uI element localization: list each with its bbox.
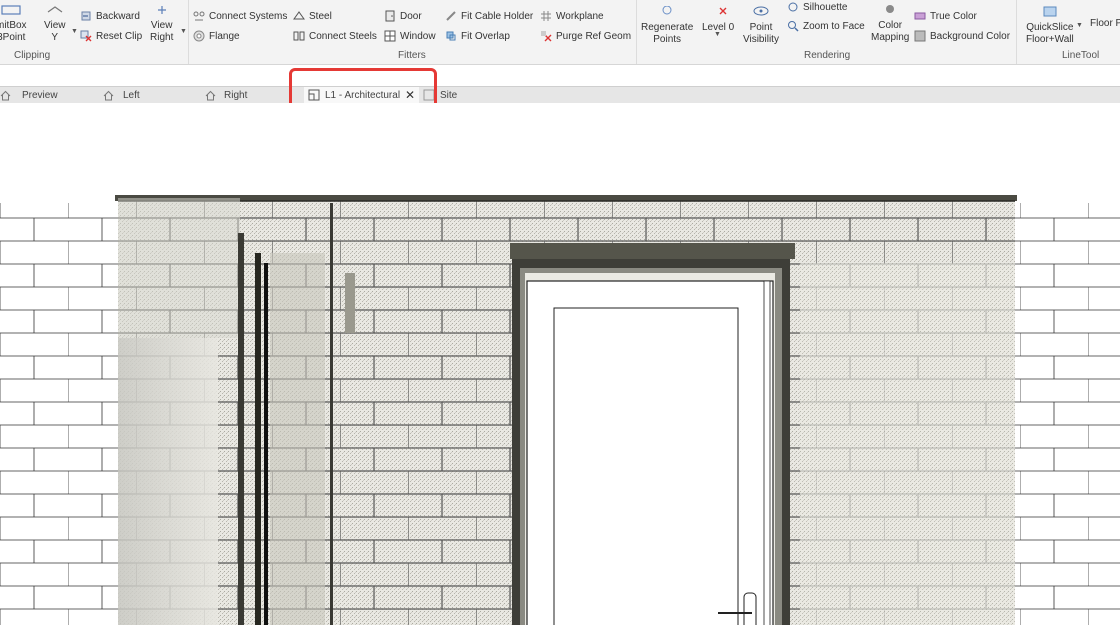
reset-clip-icon xyxy=(80,30,92,42)
window-label: Window xyxy=(400,30,436,42)
view-y-button[interactable]: View Y xyxy=(44,4,66,44)
view-right-button[interactable]: View Right xyxy=(150,4,173,44)
house-icon xyxy=(103,90,114,100)
view-right-dropdown-icon[interactable]: ▼ xyxy=(180,28,187,35)
tab-site-label: Site xyxy=(440,89,458,101)
group-label-rendering: Rendering xyxy=(804,50,851,61)
view-right-label-1: View xyxy=(150,20,173,31)
3point-label: 3Point xyxy=(0,32,26,43)
point-visibility-label-1: Point xyxy=(749,22,773,33)
fit-overlap-button[interactable]: Fit Overlap xyxy=(445,29,510,43)
door-button[interactable]: Door xyxy=(384,9,422,23)
tab-right-label: Right xyxy=(224,89,248,101)
zoom-to-face-label: Zoom to Face xyxy=(803,20,865,32)
purge-icon xyxy=(541,31,552,42)
flange-icon xyxy=(193,30,205,42)
tab-right[interactable]: Right xyxy=(205,87,247,103)
true-color-button[interactable]: True Color xyxy=(914,9,977,23)
true-color-label: True Color xyxy=(930,10,977,22)
tab-preview[interactable]: Preview xyxy=(0,87,58,103)
quickslice-label-1: QuickSlice xyxy=(1026,22,1074,33)
reset-clip-label: Reset Clip xyxy=(96,30,143,42)
regenerate-label-2: Points xyxy=(653,34,682,45)
connect-systems-button[interactable]: Connect Systems xyxy=(193,9,287,23)
zoom-to-face-icon xyxy=(788,21,799,32)
view-y-dropdown-icon[interactable]: ▼ xyxy=(71,28,78,35)
window-icon xyxy=(384,30,396,42)
purge-ref-geom-button[interactable]: Purge Ref Geom xyxy=(540,29,631,43)
connect-systems-label: Connect Systems xyxy=(209,10,288,22)
group-label-linetool: LineTool xyxy=(1062,50,1100,61)
limitbox-3point-button[interactable]: mitBox 3Point xyxy=(0,4,27,44)
view-y-label-1: View xyxy=(44,20,66,31)
workplane-icon xyxy=(541,11,551,21)
fit-overlap-icon xyxy=(446,31,456,41)
limitbox-label: mitBox xyxy=(0,20,27,31)
backward-label: Backward xyxy=(96,10,140,22)
tab-left[interactable]: Left xyxy=(103,87,140,103)
steel-icon xyxy=(293,11,305,20)
background-color-button[interactable]: Background Color xyxy=(914,29,1010,43)
backward-icon xyxy=(81,11,91,21)
reset-clip-button[interactable]: Reset Clip xyxy=(80,29,142,43)
floor-p-button[interactable]: Floor P xyxy=(1090,18,1120,30)
door-label: Door xyxy=(400,10,422,22)
connect-steels-button[interactable]: Connect Steels xyxy=(293,29,377,43)
regenerate-points-button[interactable]: Regenerate Points xyxy=(641,6,693,46)
workplane-label: Workplane xyxy=(556,10,604,22)
fit-cable-holder-label: Fit Cable Holder xyxy=(461,10,534,22)
backward-button[interactable]: Backward xyxy=(80,9,140,23)
level-dropdown-icon[interactable]: ▼ xyxy=(714,31,721,38)
flange-label: Flange xyxy=(209,30,240,42)
group-label-fitters: Fitters xyxy=(398,50,426,61)
tab-preview-label: Preview xyxy=(22,89,58,101)
level-dropdown[interactable]: Level 0 xyxy=(702,6,734,34)
fit-overlap-label: Fit Overlap xyxy=(461,30,510,42)
view-right-label-2: Right xyxy=(150,32,174,43)
quickslice-dropdown-icon[interactable]: ▼ xyxy=(1076,22,1083,29)
workplane-button[interactable]: Workplane xyxy=(540,9,604,23)
elevation-drawing xyxy=(0,195,1120,625)
group-divider xyxy=(636,0,637,64)
steel-label: Steel xyxy=(309,10,332,22)
zoom-to-face-button[interactable]: Zoom to Face xyxy=(787,19,865,33)
group-divider xyxy=(1016,0,1017,64)
group-divider xyxy=(188,0,189,64)
quickslice-label-2: Floor+Wall xyxy=(1026,34,1074,45)
house-icon xyxy=(205,90,216,100)
connect-steels-icon xyxy=(293,31,305,41)
window-button[interactable]: Window xyxy=(384,29,436,43)
group-label-clipping: Clipping xyxy=(14,50,51,61)
cable-holder-icon xyxy=(446,11,456,21)
steel-button[interactable]: Steel xyxy=(293,9,332,23)
silhouette-button[interactable]: Silhouette xyxy=(787,0,847,14)
connect-steels-label: Connect Steels xyxy=(309,30,377,42)
silhouette-icon xyxy=(788,2,798,12)
regenerate-label-1: Regenerate xyxy=(641,22,694,33)
fit-cable-holder-button[interactable]: Fit Cable Holder xyxy=(445,9,533,23)
color-mapping-label-2: Mapping xyxy=(871,32,910,43)
quickslice-floor-wall-button[interactable]: QuickSlice Floor+Wall xyxy=(1026,6,1074,46)
background-color-icon xyxy=(914,30,926,42)
house-icon xyxy=(0,90,11,100)
silhouette-label: Silhouette xyxy=(803,1,848,13)
drawing-canvas[interactable] xyxy=(0,103,1120,625)
point-visibility-label-2: Visibility xyxy=(743,34,779,45)
door-icon xyxy=(385,10,395,22)
ribbon-toolbar: mitBox 3Point View Y ▼ Backward Reset Cl… xyxy=(0,0,1120,65)
true-color-icon xyxy=(914,12,926,20)
background-color-label: Background Color xyxy=(930,30,1011,42)
color-mapping-label-1: Color xyxy=(878,20,903,31)
view-tab-bar: Preview Left Right L1 - Architectural ✕ … xyxy=(0,86,1120,104)
tab-left-label: Left xyxy=(123,89,140,101)
view-y-label-2: Y xyxy=(51,32,59,43)
color-mapping-button[interactable]: Color Mapping xyxy=(871,4,909,44)
flange-button[interactable]: Flange xyxy=(193,29,240,43)
point-visibility-button[interactable]: Point Visibility xyxy=(743,6,779,46)
connect-systems-icon xyxy=(193,11,205,21)
purge-ref-geom-label: Purge Ref Geom xyxy=(556,30,632,42)
floor-p-label: Floor P xyxy=(1090,18,1120,29)
